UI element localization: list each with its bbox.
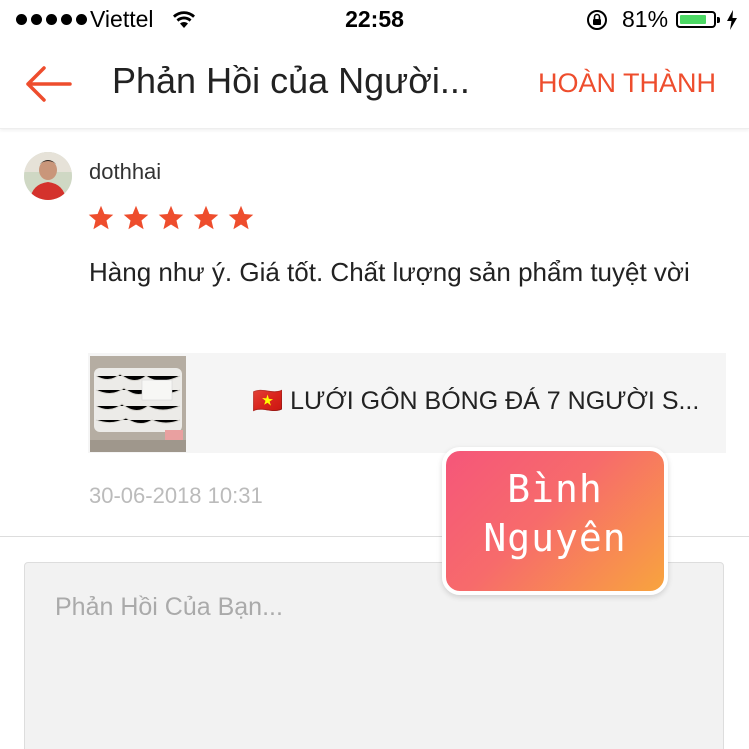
product-thumbnail: [90, 356, 186, 452]
star-icon: [228, 205, 254, 230]
rating-stars: [87, 204, 255, 232]
star-icon: [158, 205, 184, 230]
user-avatar-icon: [24, 152, 72, 200]
product-name: 🇻🇳 LƯỚI GÔN BÓNG ĐÁ 7 NGƯỜI S...: [252, 387, 700, 415]
orientation-lock-icon: [587, 10, 607, 30]
done-button[interactable]: HOÀN THÀNH: [538, 68, 716, 99]
watermark-sticker: Bình Nguyên: [437, 442, 677, 632]
nav-bar: Phản Hồi của Người... HOÀN THÀNH: [0, 40, 749, 129]
charging-bolt-icon: [727, 10, 737, 30]
review-date: 30-06-2018 10:31: [89, 483, 263, 508]
back-arrow-icon[interactable]: [22, 64, 74, 104]
battery-percent: 81%: [622, 6, 669, 32]
watermark-text-line1: Bình: [507, 467, 603, 511]
status-bar: Viettel 22:58 81%: [0, 0, 749, 40]
battery-icon: [676, 11, 720, 28]
star-icon: [193, 205, 219, 230]
avatar[interactable]: [24, 152, 72, 200]
watermark-text-line2: Nguyên: [483, 516, 627, 560]
star-icon: [123, 205, 149, 230]
page-title: Phản Hồi của Người...: [112, 60, 470, 101]
review-text: Hàng như ý. Giá tốt. Chất lượng sản phẩm…: [89, 257, 690, 287]
product-card[interactable]: 🇻🇳 LƯỚI GÔN BÓNG ĐÁ 7 NGƯỜI S...: [88, 353, 726, 453]
review-username: dothhai: [89, 159, 162, 184]
star-icon: [88, 205, 114, 230]
